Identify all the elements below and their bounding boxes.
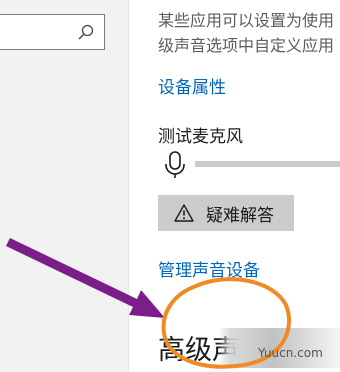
microphone-icon (165, 151, 185, 178)
description-line-1: 某些应用可以设置为使用 (158, 11, 335, 30)
troubleshoot-label: 疑难解答 (206, 205, 274, 226)
search-icon[interactable] (78, 24, 94, 40)
warning-icon (174, 204, 194, 222)
description-line-2: 级声音选项中自定义应用 (158, 36, 335, 55)
mic-level-meter (195, 161, 340, 167)
test-microphone-title: 测试麦克风 (158, 127, 243, 147)
troubleshoot-button[interactable]: 疑难解答 (158, 195, 294, 231)
app-volume-description: 某些应用可以设置为使用 级声音选项中自定义应用 (158, 8, 340, 58)
device-properties-link[interactable]: 设备属性 (158, 73, 226, 98)
manage-sound-devices-link[interactable]: 管理声音设备 (158, 256, 260, 281)
search-input[interactable] (0, 14, 105, 50)
pane-divider (128, 0, 129, 372)
watermark-text: Yuucn.com (258, 346, 323, 360)
settings-sidebar (0, 0, 128, 372)
